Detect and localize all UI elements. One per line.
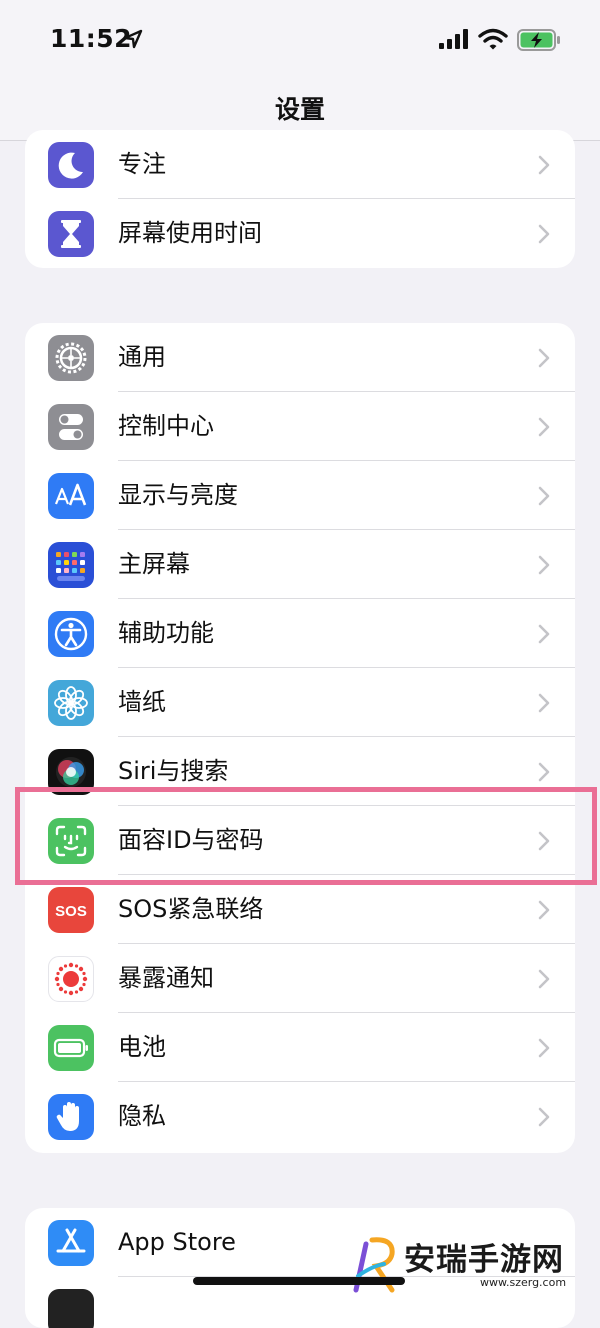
chevron-right-icon: [538, 348, 550, 368]
watermark-logo: 安瑞手游网 www.szerg.com: [352, 1230, 600, 1298]
cellular-signal-icon: [439, 29, 468, 49]
flower-icon: [48, 680, 94, 726]
settings-item-label: 屏幕使用时间: [118, 219, 262, 247]
chevron-right-icon: [538, 1038, 550, 1058]
page-title: 设置: [274, 95, 325, 124]
chevron-right-icon: [538, 762, 550, 782]
battery-icon: [48, 1025, 94, 1071]
settings-item-battery[interactable]: 电池: [25, 1013, 575, 1082]
settings-group-focus: 专注 屏幕使用时间: [25, 130, 575, 268]
settings-item-accessibility[interactable]: 辅助功能: [25, 599, 575, 668]
hand-icon: [48, 1094, 94, 1140]
settings-group-general: 通用 控制中心 显示与亮度 主屏幕 辅助功能 墙纸 Siri与搜索 面容ID与密…: [25, 323, 575, 1153]
watermark-logo-icon: [353, 1237, 395, 1293]
settings-item-focus[interactable]: 专注: [25, 130, 575, 199]
home-indicator[interactable]: [193, 1277, 405, 1285]
settings-item-label: 通用: [118, 343, 166, 371]
wifi-icon: [478, 28, 508, 50]
settings-item-label: Siri与搜索: [118, 757, 229, 785]
settings-item-control-center[interactable]: 控制中心: [25, 392, 575, 461]
settings-item-label: 暴露通知: [118, 964, 214, 992]
settings-item-label: 专注: [118, 150, 166, 178]
chevron-right-icon: [538, 624, 550, 644]
settings-item-label: 电池: [118, 1033, 166, 1061]
sos-icon: SOS: [48, 887, 94, 933]
settings-item-privacy[interactable]: 隐私: [25, 1082, 575, 1151]
settings-item-label: 显示与亮度: [118, 481, 238, 509]
chevron-right-icon: [538, 155, 550, 175]
hourglass-icon: [48, 211, 94, 257]
app-icon: [48, 1289, 94, 1328]
status-time: 11:52: [50, 24, 133, 53]
watermark-url: www.szerg.com: [480, 1276, 567, 1289]
settings-item-wallpaper[interactable]: 墙纸: [25, 668, 575, 737]
chevron-right-icon: [538, 969, 550, 989]
location-arrow-icon: [123, 29, 143, 49]
settings-item-label: 墙纸: [118, 688, 166, 716]
settings-item-label: 主屏幕: [118, 550, 190, 578]
exposure-icon: [48, 956, 94, 1002]
settings-item-label: 隐私: [118, 1102, 166, 1130]
chevron-right-icon: [538, 224, 550, 244]
toggles-icon: [48, 404, 94, 450]
chevron-right-icon: [538, 486, 550, 506]
settings-item-emergency-sos[interactable]: SOS SOS紧急联络: [25, 875, 575, 944]
home-grid-icon: [48, 542, 94, 588]
gear-icon: [48, 335, 94, 381]
sos-icon-text: SOS: [55, 903, 87, 920]
settings-item-label: 辅助功能: [118, 619, 214, 647]
settings-item-label: App Store: [118, 1228, 236, 1256]
settings-item-home-screen[interactable]: 主屏幕: [25, 530, 575, 599]
chevron-right-icon: [538, 1107, 550, 1127]
app-store-icon: [48, 1220, 94, 1266]
chevron-right-icon: [538, 417, 550, 437]
settings-item-general[interactable]: 通用: [25, 323, 575, 392]
settings-item-label: 控制中心: [118, 412, 214, 440]
settings-item-display-brightness[interactable]: 显示与亮度: [25, 461, 575, 530]
status-bar: 11:52: [0, 0, 600, 80]
text-size-icon: [48, 473, 94, 519]
highlight-frame: [15, 787, 597, 885]
chevron-right-icon: [538, 693, 550, 713]
watermark-text: 安瑞手游网: [404, 1242, 564, 1278]
settings-item-exposure-notifications[interactable]: 暴露通知: [25, 944, 575, 1013]
settings-item-label: SOS紧急联络: [118, 895, 264, 923]
accessibility-icon: [48, 611, 94, 657]
battery-charging-icon: [517, 29, 560, 51]
settings-item-screen-time[interactable]: 屏幕使用时间: [25, 199, 575, 268]
moon-icon: [48, 142, 94, 188]
chevron-right-icon: [538, 900, 550, 920]
chevron-right-icon: [538, 555, 550, 575]
